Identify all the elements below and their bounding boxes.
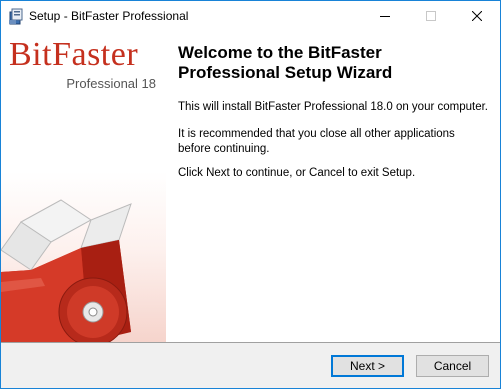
setup-window: Setup - BitFaster Professional BitFaster… — [0, 0, 501, 389]
brand-logo-text: BitFaster — [9, 36, 139, 73]
setup-installer-icon — [8, 7, 24, 25]
close-icon — [472, 11, 482, 21]
brand-edition: Professional 18 — [66, 76, 156, 91]
close-apps-text: It is recommended that you close all oth… — [178, 128, 455, 155]
wizard-banner: BitFaster Professional 18 — [1, 32, 166, 342]
product-box-image — [1, 199, 132, 342]
close-button[interactable] — [454, 1, 500, 31]
cancel-button[interactable]: Cancel — [416, 355, 489, 377]
maximize-button — [408, 1, 454, 31]
wizard-footer: Next > Cancel — [1, 343, 500, 388]
minimize-button[interactable] — [362, 1, 408, 31]
welcome-heading: Welcome to the BitFaster Professional Se… — [178, 43, 393, 82]
title-bar[interactable]: Setup - BitFaster Professional — [1, 1, 500, 31]
next-button[interactable]: Next > — [331, 355, 404, 377]
window-title: Setup - BitFaster Professional — [29, 9, 189, 23]
install-info-text: This will install BitFaster Professional… — [178, 101, 488, 113]
minimize-icon — [380, 16, 390, 17]
instructions-text: Click Next to continue, or Cancel to exi… — [178, 167, 416, 179]
maximize-icon — [426, 11, 436, 21]
